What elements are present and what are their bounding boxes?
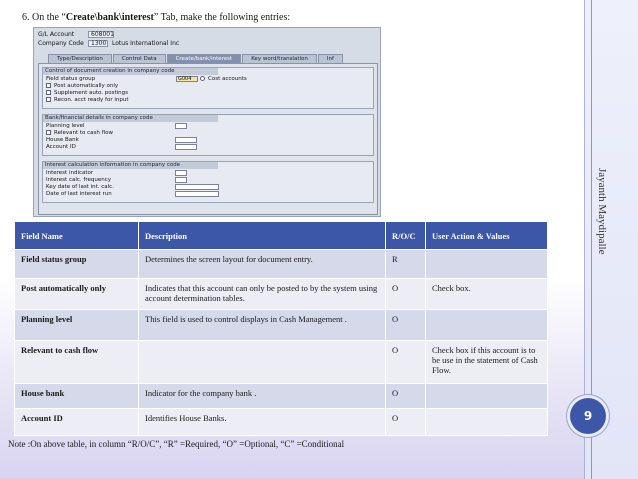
field-status-group-row: Field status group G004 Cost accounts	[46, 75, 247, 82]
supplement-row: Supplement auto. postings	[43, 89, 373, 96]
group-title-document-creation: Control of document creation in company …	[43, 68, 218, 75]
tab-create-bank-interest[interactable]: Create/bank/interest	[166, 54, 242, 63]
cell-user-action	[425, 309, 548, 341]
table-row: Account ID Identifies House Banks. O	[14, 408, 548, 436]
lookup-icon[interactable]	[200, 76, 205, 81]
account-id-input[interactable]	[175, 143, 197, 150]
group-title-bank-details: Bank/financial details in company code	[43, 115, 218, 122]
company-code-row: Company Code 1300 Lotus International In…	[38, 40, 180, 47]
sap-tab-panel: Control of document creation in company …	[38, 63, 378, 215]
page-number-badge: 9	[570, 398, 606, 434]
planning-level-row: Planning level	[43, 122, 373, 129]
gl-account-row: G/L Account 608001	[38, 31, 114, 38]
tab-type-description[interactable]: Type/Description	[48, 54, 112, 63]
cell-field-name: House bank	[14, 383, 139, 409]
cell-roc: R	[385, 249, 426, 279]
cell-field-name: Planning level	[14, 309, 139, 341]
house-bank-input[interactable]	[175, 136, 197, 143]
cell-field-name: Account ID	[14, 408, 139, 436]
roc-legend-note: Note :On above table, in column “R/O/C”,…	[8, 439, 345, 449]
cell-description: Indicator for the company bank .	[138, 383, 386, 409]
date-last-run-input[interactable]	[175, 190, 219, 197]
table-row: Post automatically only Indicates that t…	[14, 278, 548, 310]
interest-freq-input[interactable]	[175, 176, 187, 183]
cell-field-name: Field status group	[14, 249, 139, 279]
account-id-row: Account ID	[43, 143, 373, 150]
cell-description: Determines the screen layout for documen…	[138, 249, 386, 279]
cell-roc: O	[385, 309, 426, 341]
table-row: Relevant to cash flow O Check box if thi…	[14, 340, 548, 384]
column-header-user-action: User Action & Values	[425, 221, 548, 250]
recon-checkbox[interactable]	[46, 97, 51, 102]
sap-screenshot: G/L Account 608001 Company Code 1300 Lot…	[33, 27, 381, 217]
cell-roc: O	[385, 278, 426, 310]
group-title-interest-calc: Interest calculation information in comp…	[43, 162, 218, 169]
supplement-checkbox[interactable]	[46, 90, 51, 95]
column-header-field-name: Field Name	[14, 221, 139, 250]
company-name: Lotus International Inc	[112, 40, 180, 47]
company-code-field: 1300	[88, 40, 108, 47]
table-header-row: Field Name Description R/O/C User Action…	[14, 221, 548, 250]
cell-user-action	[425, 383, 548, 409]
field-status-group-input[interactable]: G004	[176, 75, 198, 82]
cell-roc: O	[385, 383, 426, 409]
sap-tab-bar: Type/Description Control Data Create/ban…	[48, 54, 344, 63]
tab-information[interactable]: Inf	[317, 54, 343, 63]
entries-table: Field Name Description R/O/C User Action…	[14, 221, 548, 436]
key-date-input[interactable]	[175, 183, 219, 190]
gl-account-field: 608001	[88, 31, 114, 38]
relevant-cash-checkbox[interactable]	[46, 130, 51, 135]
cell-user-action	[425, 249, 548, 279]
table-row: House bank Indicator for the company ban…	[14, 383, 548, 409]
tab-keyword-translation[interactable]: Key word/translation	[242, 54, 317, 63]
column-header-roc: R/O/C	[385, 221, 426, 250]
post-auto-row: Post automatically only	[43, 82, 373, 89]
table-row: Field status group Determines the screen…	[14, 249, 548, 279]
cell-user-action	[425, 408, 548, 436]
group-interest-calc: Interest calculation information in comp…	[42, 161, 374, 203]
slide-heading: 6. On the “Create\bank\interest” Tab, ma…	[22, 12, 291, 23]
recon-row: Recon. acct ready for input	[43, 96, 373, 103]
table-row: Planning level This field is used to con…	[14, 309, 548, 341]
interest-freq-row: Interest calc. frequency	[43, 176, 373, 183]
column-header-description: Description	[138, 221, 386, 250]
post-auto-checkbox[interactable]	[46, 83, 51, 88]
group-bank-details: Bank/financial details in company code P…	[42, 114, 374, 156]
interest-indicator-input[interactable]	[175, 169, 187, 176]
cell-description: Identifies House Banks.	[138, 408, 386, 436]
house-bank-row: House Bank	[43, 136, 373, 143]
cell-field-name: Relevant to cash flow	[14, 340, 139, 384]
author-name: Jayanth Maydipalle	[596, 168, 608, 255]
interest-indicator-row: Interest indicator	[43, 169, 373, 176]
cell-field-name: Post automatically only	[14, 278, 139, 310]
tab-control-data[interactable]: Control Data	[112, 54, 166, 63]
cell-roc: O	[385, 340, 426, 384]
cell-roc: O	[385, 408, 426, 436]
group-document-creation: Control of document creation in company …	[42, 67, 374, 109]
relevant-cash-row: Relevant to cash flow	[43, 129, 373, 136]
date-last-run-row: Date of last interest run	[43, 190, 373, 197]
cell-description	[138, 340, 386, 384]
cell-user-action: Check box if this account is to be use i…	[425, 340, 548, 384]
planning-level-input[interactable]	[175, 122, 187, 129]
cell-description: Indicates that this account can only be …	[138, 278, 386, 310]
cell-description: This field is used to control displays i…	[138, 309, 386, 341]
cell-user-action: Check box.	[425, 278, 548, 310]
key-date-row: Key date of last int. calc.	[43, 183, 373, 190]
